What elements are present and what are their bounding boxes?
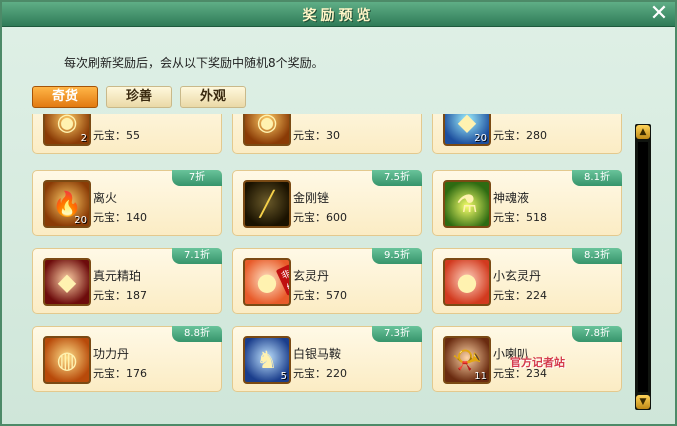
title-bar: 奖励预览 ✕ xyxy=(2,2,675,27)
item-price: 元宝：140 xyxy=(93,211,147,224)
pill-icon: ● 非绑 xyxy=(243,258,291,306)
potion-icon: ⚗ xyxy=(443,180,491,228)
discount-badge: 7.3折 xyxy=(372,326,422,342)
item-name: 神魂液 xyxy=(493,191,530,205)
item-price: 元宝：55 xyxy=(93,129,140,142)
reward-card[interactable]: 8.1折 ⚗ 神魂液 元宝：518 xyxy=(432,170,622,236)
horn-icon: 📯 11 xyxy=(443,336,491,384)
item-price: 元宝：176 xyxy=(93,367,147,380)
gold-ingot-icon: ◉ 2 xyxy=(43,114,91,146)
close-icon[interactable]: ✕ xyxy=(649,3,669,25)
item-price: 元宝：518 xyxy=(493,211,547,224)
discount-badge: 8.8折 xyxy=(172,326,222,342)
item-name: 白银马鞍 xyxy=(293,347,342,361)
discount-badge: 8.3折 xyxy=(572,248,622,264)
item-price: 元宝：220 xyxy=(293,367,347,380)
reward-card[interactable]: 7折 🔥 20 离火 元宝：140 xyxy=(32,170,222,236)
red-gem-icon: ◆ xyxy=(43,258,91,306)
tab-qihuo[interactable]: 奇货 xyxy=(32,86,98,108)
watermark-logo: 官方记者站 xyxy=(510,356,565,369)
fire-icon: 🔥 20 xyxy=(43,180,91,228)
gold-ingot-icon: ◉ xyxy=(243,114,291,146)
item-price: 元宝：187 xyxy=(93,289,147,302)
reward-card[interactable]: 7.3折 ♞ 5 白银马鞍 元宝：220 xyxy=(232,326,422,392)
reward-card[interactable]: ◉ 2 元宝：55 xyxy=(32,114,222,154)
tab-waiguan[interactable]: 外观 xyxy=(180,86,246,108)
golden-file-icon: ╱ xyxy=(243,180,291,228)
pill-icon: ● xyxy=(443,258,491,306)
reward-card[interactable]: 9.5折 ● 非绑 玄灵丹 元宝：570 xyxy=(232,248,422,314)
window-title: 奖励预览 xyxy=(302,8,375,24)
reward-preview-window: 奖励预览 ✕ 每次刷新奖励后，会从以下奖励中随机8个奖励。 奇货 珍善 外观 ◉… xyxy=(0,0,677,426)
scroll-down-icon[interactable]: ▼ xyxy=(636,395,650,409)
blue-crystal-icon: ◆ 20 xyxy=(443,114,491,146)
item-price: 元宝：224 xyxy=(493,289,547,302)
reward-card[interactable]: ◆ 20 元宝：280 xyxy=(432,114,622,154)
discount-badge: 7.8折 xyxy=(572,326,622,342)
reward-card[interactable]: 7.5折 ╱ 金刚锉 元宝：600 xyxy=(232,170,422,236)
item-name: 功力丹 xyxy=(93,347,130,361)
item-name: 玄灵丹 xyxy=(293,269,330,283)
saddle-icon: ♞ 5 xyxy=(243,336,291,384)
item-name: 离火 xyxy=(93,191,118,205)
item-price: 元宝：600 xyxy=(293,211,347,224)
orange-pill-icon: ◍ xyxy=(43,336,91,384)
item-name: 金刚锉 xyxy=(293,191,330,205)
reward-card[interactable]: 8.3折 ● 小玄灵丹 元宝：224 xyxy=(432,248,622,314)
item-price: 元宝：280 xyxy=(493,129,547,142)
discount-badge: 7.1折 xyxy=(172,248,222,264)
item-price: 元宝：570 xyxy=(293,289,347,302)
reward-card[interactable]: 8.8折 ◍ 功力丹 元宝：176 xyxy=(32,326,222,392)
discount-badge: 9.5折 xyxy=(372,248,422,264)
description-text: 每次刷新奖励后，会从以下奖励中随机8个奖励。 xyxy=(64,56,324,70)
reward-card[interactable]: ◉ 元宝：30 xyxy=(232,114,422,154)
discount-badge: 7折 xyxy=(172,170,222,186)
reward-card[interactable]: 7.1折 ◆ 真元精珀 元宝：187 xyxy=(32,248,222,314)
item-name: 小玄灵丹 xyxy=(493,269,542,283)
item-price: 元宝：30 xyxy=(293,129,340,142)
discount-badge: 7.5折 xyxy=(372,170,422,186)
scroll-up-icon[interactable]: ▲ xyxy=(636,125,650,139)
discount-badge: 8.1折 xyxy=(572,170,622,186)
tab-zhenshan[interactable]: 珍善 xyxy=(106,86,172,108)
item-name: 真元精珀 xyxy=(93,269,142,283)
